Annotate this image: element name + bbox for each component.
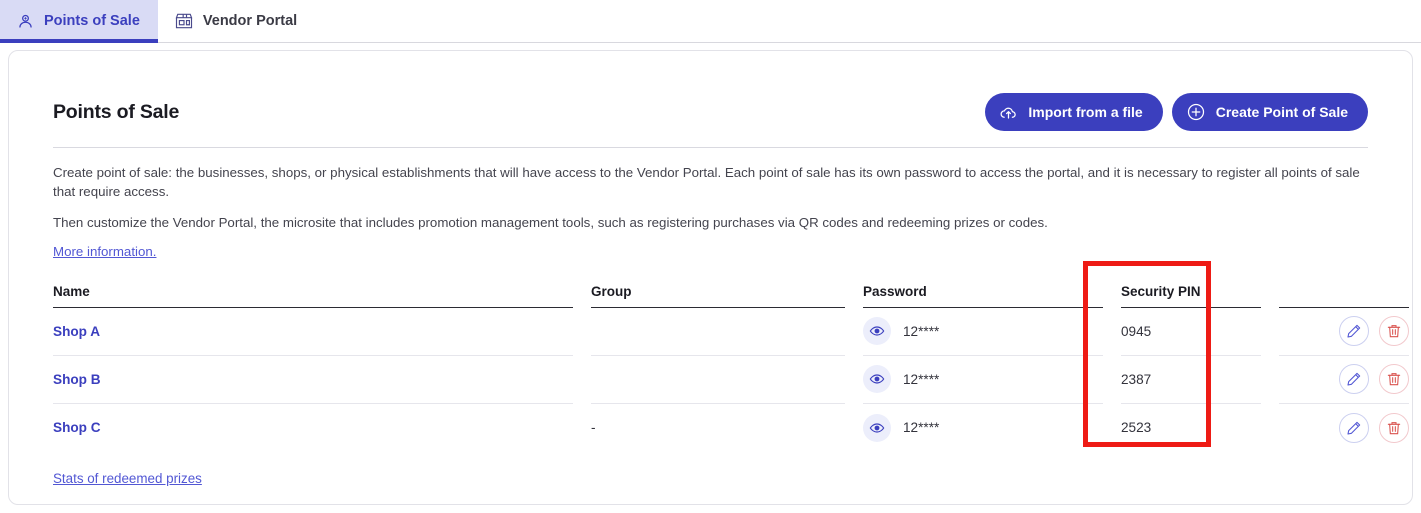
table-row: Shop C - 12**** 2523 [53, 403, 1409, 451]
storefront-icon [174, 11, 194, 31]
page-title: Points of Sale [53, 100, 180, 123]
points-of-sale-table: Name Group Password Security PIN Shop A [53, 283, 1409, 452]
cell-password: 12**** [863, 307, 1103, 356]
header-actions: Import from a file Create Point of Sale [985, 93, 1368, 131]
cell-security-pin: 2387 [1121, 355, 1261, 404]
trash-icon[interactable] [1379, 364, 1409, 395]
tab-label: Points of Sale [44, 13, 140, 29]
cell-name: Shop A [53, 307, 573, 356]
cell-name: Shop C [53, 403, 573, 451]
password-value: 12**** [903, 323, 940, 339]
page-header: Points of Sale Import from a file Create… [53, 51, 1368, 148]
plus-circle-icon [1186, 102, 1206, 122]
column-header-security-pin: Security PIN [1121, 283, 1261, 308]
cell-password: 12**** [863, 355, 1103, 404]
cell-security-pin: 2523 [1121, 420, 1152, 436]
point-of-sale-link[interactable]: Shop C [53, 420, 101, 435]
cell-password: 12**** [863, 403, 1103, 451]
tab-vendor-portal[interactable]: Vendor Portal [158, 0, 315, 42]
user-location-icon [16, 12, 35, 31]
points-of-sale-card: Points of Sale Import from a file Create… [8, 50, 1413, 505]
column-header-password: Password [863, 283, 1103, 308]
more-information-link[interactable]: More information. [53, 244, 156, 259]
table-row: Shop B 12**** 2387 [53, 355, 1409, 404]
create-button-label: Create Point of Sale [1215, 104, 1348, 120]
table-row: Shop A 12**** 0945 [53, 307, 1409, 356]
point-of-sale-link[interactable]: Shop A [53, 324, 100, 339]
eye-icon[interactable] [863, 413, 891, 442]
table-header: Name Group Password Security PIN [53, 283, 1409, 308]
tab-label: Vendor Portal [202, 13, 298, 29]
pencil-icon[interactable] [1339, 364, 1369, 395]
point-of-sale-link[interactable]: Shop B [53, 372, 101, 387]
password-value: 12**** [903, 420, 940, 436]
column-gap [573, 284, 591, 308]
cell-security-pin: 0945 [1121, 307, 1261, 356]
intro-paragraph-2: Then customize the Vendor Portal, the mi… [53, 214, 1048, 230]
column-header-group: Group [591, 283, 845, 308]
cell-actions [1279, 403, 1409, 451]
password-value: 12**** [903, 371, 940, 387]
pencil-icon[interactable] [1339, 412, 1369, 443]
eye-icon[interactable] [863, 365, 891, 394]
cell-actions [1279, 355, 1409, 404]
column-header-actions [1279, 283, 1409, 308]
intro-section: Create point of sale: the businesses, sh… [53, 148, 1368, 261]
pencil-icon[interactable] [1339, 316, 1369, 347]
column-gap [1261, 284, 1279, 308]
cell-name: Shop B [53, 355, 573, 404]
eye-icon[interactable] [863, 317, 891, 346]
trash-icon[interactable] [1379, 412, 1409, 443]
tab-bar: Points of Sale Vendor Portal [0, 0, 1421, 43]
trash-icon[interactable] [1379, 316, 1409, 347]
create-point-of-sale-button[interactable]: Create Point of Sale [1171, 93, 1368, 131]
tab-points-of-sale[interactable]: Points of Sale [0, 0, 158, 43]
import-from-file-button[interactable]: Import from a file [985, 93, 1163, 131]
cell-group [591, 355, 845, 404]
cell-group [591, 307, 845, 356]
cell-group: - [591, 420, 596, 436]
column-gap [845, 284, 863, 308]
column-header-name: Name [53, 283, 573, 308]
upload-cloud-icon [999, 103, 1018, 122]
stats-of-redeemed-prizes-link[interactable]: Stats of redeemed prizes [53, 471, 202, 486]
column-gap [1103, 284, 1121, 308]
intro-paragraph-1: Create point of sale: the businesses, sh… [53, 165, 1360, 200]
cell-actions [1279, 307, 1409, 356]
import-button-label: Import from a file [1028, 104, 1143, 120]
table-body: Shop A 12**** 0945 Shop B 12**** 2387 Sh… [53, 307, 1409, 451]
